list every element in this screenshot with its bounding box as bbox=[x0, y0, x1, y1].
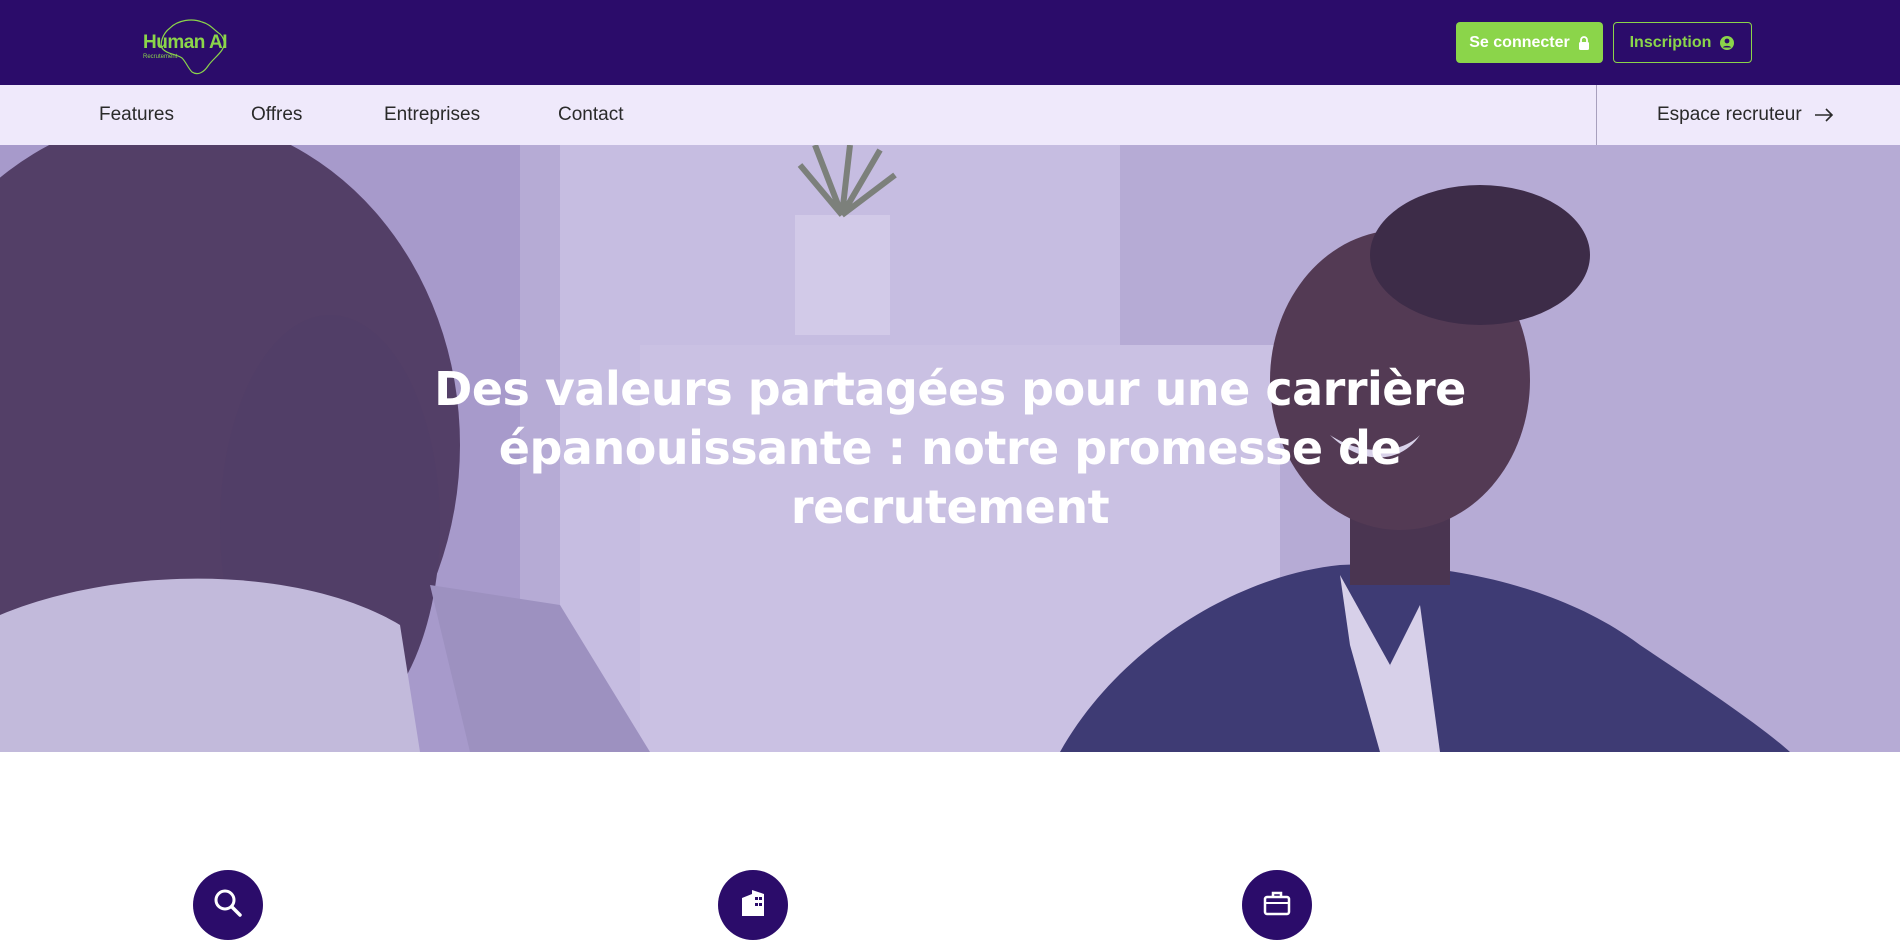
login-label: Se connecter bbox=[1469, 33, 1570, 51]
logo-text: Human AI bbox=[143, 32, 227, 53]
arrow-right-icon bbox=[1814, 108, 1833, 122]
logo[interactable]: Human AI Recrutement bbox=[140, 14, 232, 76]
recruiter-space-label: Espace recruteur bbox=[1657, 104, 1802, 125]
recruiter-space-link[interactable]: Espace recruteur bbox=[1657, 85, 1834, 145]
main-nav: Features Offres Entreprises Contact Espa… bbox=[0, 85, 1900, 145]
nav-item-features[interactable]: Features bbox=[99, 85, 174, 145]
briefcase-icon bbox=[1263, 891, 1291, 916]
feature-search-circle bbox=[193, 870, 263, 940]
logo-subtext: Recrutement bbox=[143, 54, 178, 60]
top-header: Human AI Recrutement Se connecter Inscri… bbox=[0, 0, 1900, 85]
nav-divider bbox=[1596, 85, 1597, 145]
hero-title: Des valeurs partagées pour une carrière … bbox=[434, 362, 1466, 534]
lock-icon bbox=[1578, 35, 1589, 50]
user-circle-icon bbox=[1720, 35, 1735, 50]
nav-item-offres[interactable]: Offres bbox=[251, 85, 302, 145]
building-icon bbox=[742, 890, 764, 916]
nav-item-entreprises[interactable]: Entreprises bbox=[384, 85, 480, 145]
signup-button[interactable]: Inscription bbox=[1613, 22, 1752, 63]
hero-banner: Des valeurs partagées pour une carrière … bbox=[0, 145, 1900, 752]
feature-building-circle bbox=[718, 870, 788, 940]
signup-label: Inscription bbox=[1629, 33, 1712, 51]
feature-briefcase-circle bbox=[1242, 870, 1312, 940]
login-button[interactable]: Se connecter bbox=[1456, 22, 1603, 63]
search-icon bbox=[214, 889, 242, 917]
nav-item-contact[interactable]: Contact bbox=[558, 85, 623, 145]
